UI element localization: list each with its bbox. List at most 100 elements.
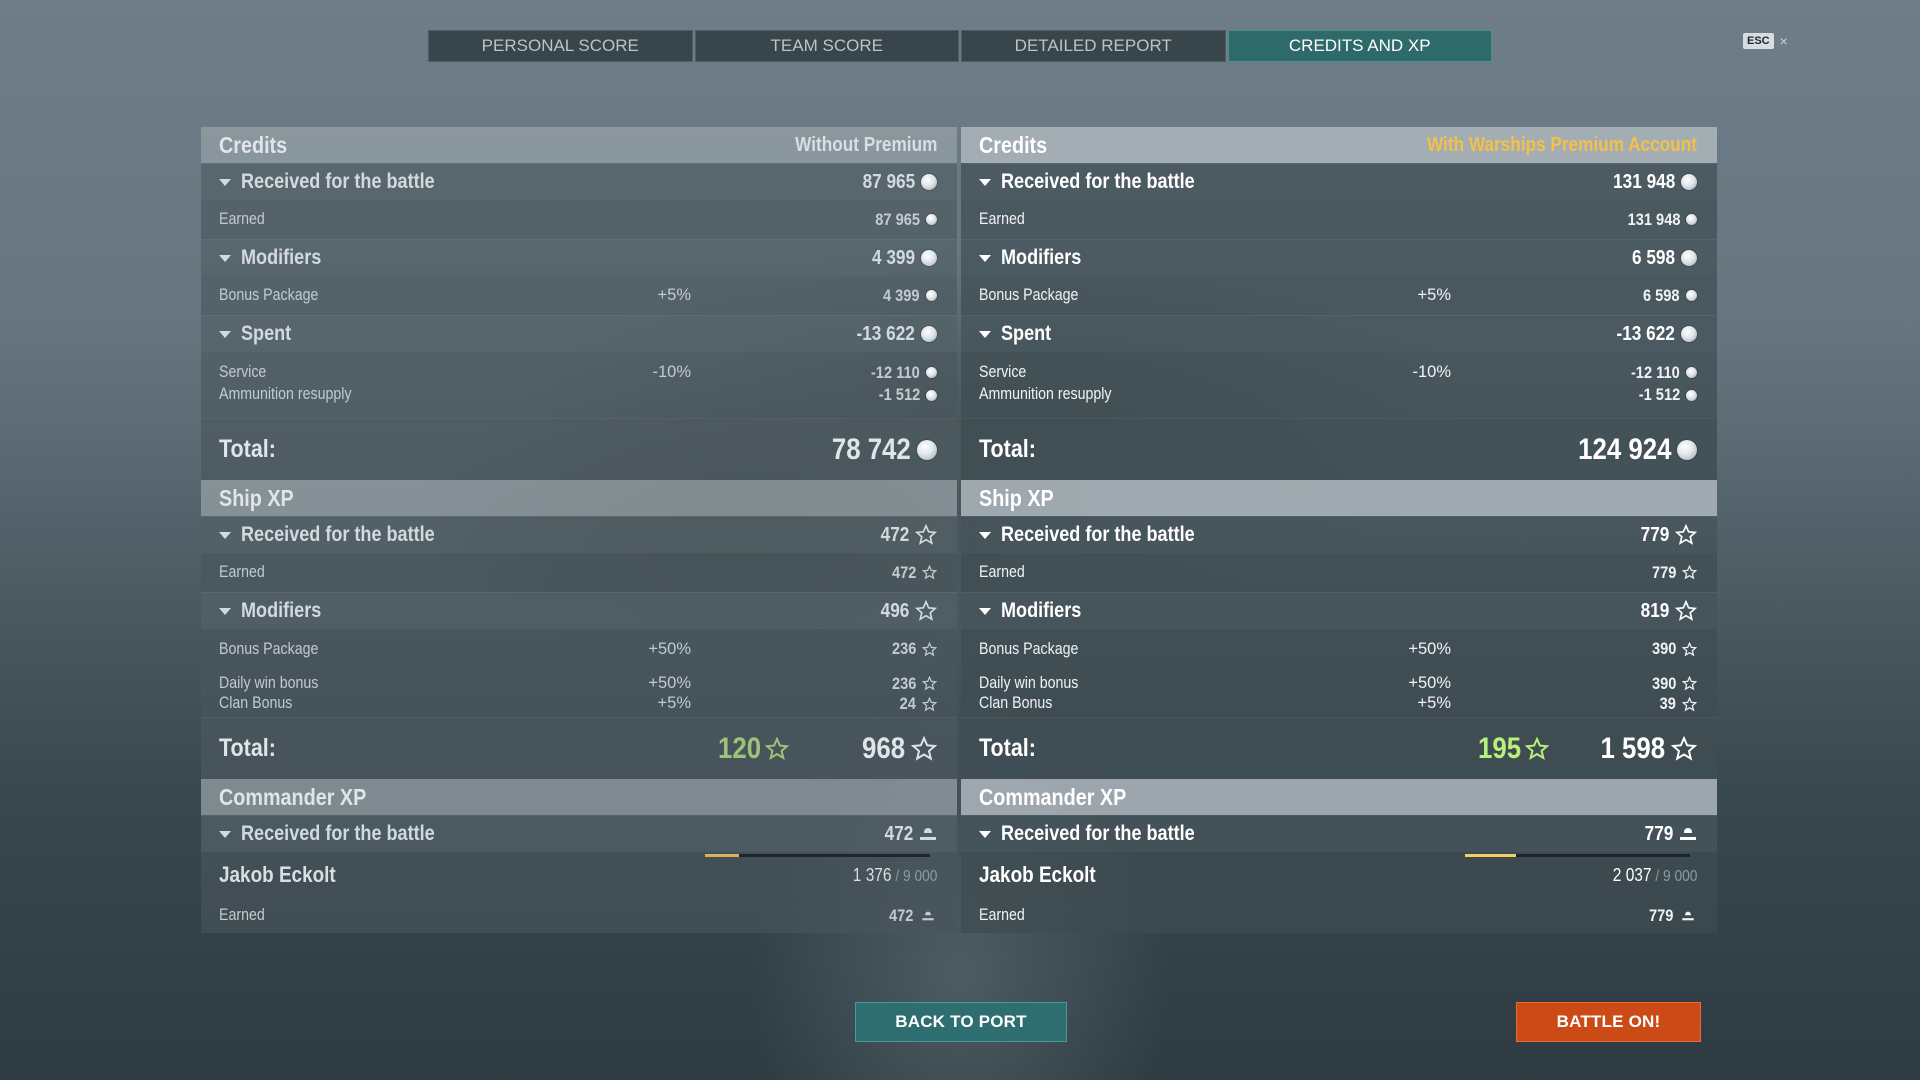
commander-name: Jakob Eckolt: [979, 862, 1096, 887]
credit-coin-icon: [1681, 250, 1697, 266]
progress-fill: [705, 854, 740, 857]
total-value: 1 598: [1600, 731, 1665, 765]
ship-xp-header: Ship XP: [961, 480, 1717, 516]
group-label: Received for the battle: [1001, 822, 1195, 845]
xp-max: / 9 000: [891, 867, 937, 885]
xp-star-icon: [1675, 600, 1697, 622]
commander-xp-value: 1 376 / 9 000: [852, 865, 937, 886]
group-value: 131 948: [1612, 170, 1675, 193]
credit-coin-icon: [926, 367, 937, 378]
credits-total-row: Total: 78 742: [201, 418, 957, 480]
row-label: Earned: [219, 563, 265, 581]
credits-header: Credits Without Premium: [201, 127, 957, 163]
commander-row[interactable]: Jakob Eckolt 2 037 / 9 000: [961, 852, 1717, 898]
total-label: Total:: [219, 435, 276, 463]
xp-max: / 9 000: [1651, 867, 1697, 885]
credits-modifiers-group[interactable]: Modifiers 4 399: [201, 239, 957, 276]
ship-xp-modifiers-group[interactable]: Modifiers 496: [201, 592, 957, 629]
battle-on-button[interactable]: BATTLE ON!: [1516, 1002, 1701, 1042]
credits-spent-group[interactable]: Spent -13 622: [961, 315, 1717, 352]
group-label: Received for the battle: [1001, 523, 1195, 546]
premium-note: With Warships Premium Account: [1427, 133, 1697, 156]
commander-row[interactable]: Jakob Eckolt 1 376 / 9 000: [201, 852, 957, 898]
credits-ammo-row: Ammunition resupply -1 512: [961, 385, 1717, 418]
xp-star-icon: [1682, 641, 1697, 657]
row-value: 87 965: [875, 209, 920, 229]
commander-xp-earned-row: Earned 472: [201, 898, 957, 933]
row-value: 472: [891, 562, 916, 582]
row-value: 779: [1648, 905, 1673, 925]
group-value: 779: [1640, 523, 1669, 546]
row-label: Bonus Package: [979, 286, 1079, 304]
row-value: -12 110: [871, 362, 920, 382]
tab-label: CREDITS AND XP: [1288, 36, 1431, 55]
xp-star-icon: [915, 600, 937, 622]
row-value: 6 598: [1643, 285, 1680, 305]
back-to-port-button[interactable]: BACK TO PORT: [855, 1002, 1067, 1042]
ship-xp-earned-row: Earned 472: [201, 553, 957, 592]
xp-current: 1 376: [852, 864, 892, 885]
bonus-value: 195: [1478, 731, 1522, 765]
row-label: Earned: [979, 906, 1025, 924]
credits-received-group[interactable]: Received for the battle 131 948: [961, 163, 1717, 200]
commander-cap-icon: [919, 827, 937, 841]
credit-coin-icon: [921, 326, 937, 342]
credit-coin-icon: [926, 214, 937, 225]
credits-bonus-package-row: Bonus Package +5% 4 399: [201, 276, 957, 315]
group-value: 4 399: [871, 246, 915, 269]
credit-coin-icon: [1686, 367, 1697, 378]
credit-coin-icon: [1686, 214, 1697, 225]
ship-xp-received-group[interactable]: Received for the battle 472: [201, 516, 957, 553]
ship-xp-received-group[interactable]: Received for the battle 779: [961, 516, 1717, 553]
credits-received-group[interactable]: Received for the battle 87 965: [201, 163, 957, 200]
row-value: 390: [1651, 673, 1676, 693]
commander-xp-value: 2 037 / 9 000: [1612, 865, 1697, 886]
close-screen-button[interactable]: ESC ×: [1743, 33, 1788, 49]
row-value: 39: [1659, 694, 1676, 713]
row-label: Earned: [219, 906, 265, 924]
row-label: Bonus Package: [219, 286, 319, 304]
row-value: -12 110: [1631, 362, 1680, 382]
credits-modifiers-group[interactable]: Modifiers 6 598: [961, 239, 1717, 276]
row-label: Clan Bonus: [219, 694, 293, 712]
credits-total-row: Total: 124 924: [961, 418, 1717, 480]
commander-xp-received-group[interactable]: Received for the battle 472: [201, 815, 957, 852]
xp-star-icon: [765, 736, 790, 760]
tab-personal-score[interactable]: PERSONAL SCORE: [428, 30, 693, 62]
commander-xp-received-group[interactable]: Received for the battle 779: [961, 815, 1717, 852]
section-title: Commander XP: [219, 783, 367, 810]
ship-xp-clan-bonus-row: Clan Bonus +5% 24: [201, 694, 957, 717]
credit-coin-icon: [921, 174, 937, 190]
credits-service-row: Service -10% -12 110: [201, 352, 957, 385]
row-percent: +5%: [1417, 286, 1451, 304]
chevron-down-icon: [979, 330, 991, 338]
xp-star-icon: [922, 641, 937, 657]
group-label: Modifiers: [1001, 246, 1082, 269]
commander-name: Jakob Eckolt: [219, 862, 336, 887]
tab-team-score[interactable]: TEAM SCORE: [694, 30, 959, 62]
commander-cap-icon: [1679, 827, 1697, 841]
ship-xp-bonus-package-row: Bonus Package +50% 236: [201, 629, 957, 669]
credits-spent-group[interactable]: Spent -13 622: [201, 315, 957, 352]
tab-detailed-report[interactable]: DETAILED REPORT: [961, 30, 1226, 62]
credit-coin-icon: [926, 389, 937, 401]
tab-label: DETAILED REPORT: [1014, 36, 1172, 55]
tab-credits-and-xp[interactable]: CREDITS AND XP: [1227, 30, 1492, 62]
total-label: Total:: [979, 734, 1036, 762]
commander-cap-icon: [922, 910, 935, 920]
ship-xp-modifiers-group[interactable]: Modifiers 819: [961, 592, 1717, 629]
group-label: Received for the battle: [241, 523, 435, 546]
chevron-down-icon: [219, 531, 231, 539]
ship-xp-daily-win-row: Daily win bonus +50% 390: [961, 669, 1717, 694]
ship-xp-daily-win-row: Daily win bonus +50% 236: [201, 669, 957, 694]
credits-ammo-row: Ammunition resupply -1 512: [201, 385, 957, 418]
row-value: 236: [891, 639, 916, 658]
tab-label: PERSONAL SCORE: [481, 36, 639, 55]
with-premium-panel: Credits With Warships Premium Account Re…: [961, 127, 1717, 933]
xp-star-icon: [922, 676, 937, 691]
group-value: -13 622: [856, 322, 915, 345]
row-label: Ammunition resupply: [979, 385, 1112, 403]
credit-coin-icon: [921, 250, 937, 266]
chevron-down-icon: [979, 178, 991, 186]
row-percent: +5%: [657, 694, 691, 712]
